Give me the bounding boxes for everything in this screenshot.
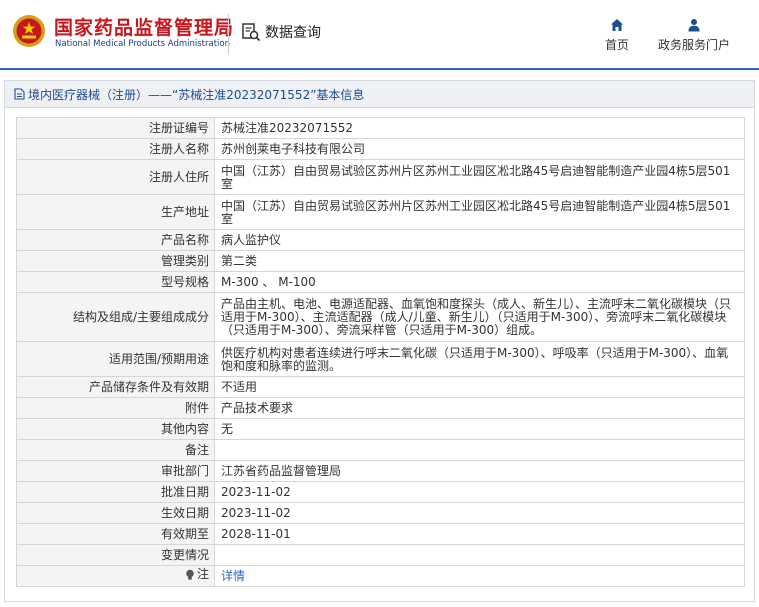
table-row: 产品名称 病人监护仪 (16, 229, 745, 251)
table-row: 适用范围/预期用途 供医疗机构对患者连续进行呼末二氧化碳（只适用于M-300）、… (16, 341, 745, 377)
row-label: 适用范围/预期用途 (16, 341, 215, 377)
brand-name-en[interactable]: National Medical Products Administration (55, 39, 230, 49)
row-label: 注册人住所 (16, 159, 215, 195)
header-divider (228, 14, 229, 54)
note-label-group: 注 (185, 568, 209, 581)
row-value: 产品技术要求 (214, 397, 745, 419)
document-icon (14, 88, 25, 100)
nav-home[interactable]: 首页 (603, 18, 631, 53)
table-row: 注册证编号 苏械注准20232071552 (16, 117, 745, 139)
row-value: 供医疗机构对患者连续进行呼末二氧化碳（只适用于M-300）、呼吸率（只适用于M-… (214, 341, 745, 377)
row-value: 中国（江苏）自由贸易试验区苏州片区苏州工业园区凇北路45号启迪智能制造产业园4栋… (214, 159, 745, 195)
row-value: 中国（江苏）自由贸易试验区苏州片区苏州工业园区凇北路45号启迪智能制造产业园4栋… (214, 194, 745, 230)
table-row: 批准日期 2023-11-02 (16, 481, 745, 503)
site-header: 国家药品监督管理局 National Medical Products Admi… (0, 0, 759, 68)
table-row: 注册人名称 苏州创莱电子科技有限公司 (16, 138, 745, 160)
table-row: 结构及组成/主要组成成分 产品由主机、电池、电源适配器、血氧饱和度探头（成人、新… (16, 292, 745, 342)
row-label: 其他内容 (16, 418, 215, 440)
row-label: 备注 (16, 439, 215, 461)
row-label: 变更情况 (16, 544, 215, 566)
registration-info-table: 注册证编号 苏械注准20232071552 注册人名称 苏州创莱电子科技有限公司… (16, 117, 745, 587)
table-row: 审批部门 江苏省药品监督管理局 (16, 460, 745, 482)
lightbulb-icon (186, 569, 194, 580)
panel-header: 境内医疗器械（注册）——“苏械注准20232071552”基本信息 (5, 81, 754, 108)
table-row: 变更情况 (16, 544, 745, 566)
row-label: 有效期至 (16, 523, 215, 545)
row-value: 苏械注准20232071552 (214, 117, 745, 139)
national-emblem-icon (13, 15, 45, 47)
details-link[interactable]: 详情 (221, 569, 245, 583)
data-query-link[interactable]: 数据查询 (241, 22, 321, 42)
home-icon (611, 19, 623, 31)
table-row: 生产地址 中国（江苏）自由贸易试验区苏州片区苏州工业园区凇北路45号启迪智能制造… (16, 194, 745, 230)
row-value: 2023-11-02 (214, 502, 745, 524)
row-value (214, 439, 745, 461)
table-row: 产品储存条件及有效期 不适用 (16, 376, 745, 398)
row-value: 2023-11-02 (214, 481, 745, 503)
row-value: 第二类 (214, 250, 745, 272)
table-row: 型号规格 M-300 、 M-100 (16, 271, 745, 293)
row-label: 注册证编号 (16, 117, 215, 139)
table-row: 附件 产品技术要求 (16, 397, 745, 419)
row-label: 注册人名称 (16, 138, 215, 160)
table-row: 备注 (16, 439, 745, 461)
search-document-icon (242, 23, 261, 42)
row-label: 生产地址 (16, 194, 215, 230)
info-panel: 境内医疗器械（注册）——“苏械注准20232071552”基本信息 注册证编号 … (4, 80, 755, 602)
row-value: 详情 (214, 565, 745, 587)
row-label: 产品储存条件及有效期 (16, 376, 215, 398)
table-row: 其他内容 无 (16, 418, 745, 440)
table-row: 生效日期 2023-11-02 (16, 502, 745, 524)
table-row: 有效期至 2028-11-01 (16, 523, 745, 545)
row-value: 江苏省药品监督管理局 (214, 460, 745, 482)
row-label: 型号规格 (16, 271, 215, 293)
row-label: 结构及组成/主要组成成分 (16, 292, 215, 342)
row-label: 附件 (16, 397, 215, 419)
panel-title: 境内医疗器械（注册）——“苏械注准20232071552”基本信息 (28, 87, 365, 102)
table-row: 管理类别 第二类 (16, 250, 745, 272)
row-value: 无 (214, 418, 745, 440)
row-label: 生效日期 (16, 502, 215, 524)
row-label: 产品名称 (16, 229, 215, 251)
row-label: 批准日期 (16, 481, 215, 503)
row-value: 产品由主机、电池、电源适配器、血氧饱和度探头（成人、新生儿）、主流呼末二氧化碳模… (214, 292, 745, 342)
row-label: 管理类别 (16, 250, 215, 272)
nav-service-label: 政务服务门户 (657, 38, 730, 52)
brand-name-cn[interactable]: 国家药品监督管理局 (54, 13, 234, 40)
row-value (214, 544, 745, 566)
row-value: 2028-11-01 (214, 523, 745, 545)
table-row: 注 详情 (16, 565, 745, 587)
row-label: 审批部门 (16, 460, 215, 482)
nav-service-portal[interactable]: 政务服务门户 (656, 18, 732, 53)
row-value: 不适用 (214, 376, 745, 398)
table-row: 注册人住所 中国（江苏）自由贸易试验区苏州片区苏州工业园区凇北路45号启迪智能制… (16, 159, 745, 195)
nav-home-label: 首页 (604, 38, 629, 52)
row-value: M-300 、 M-100 (214, 271, 745, 293)
header-accent-line (0, 68, 759, 70)
row-label: 注 (16, 565, 215, 587)
row-value: 苏州创莱电子科技有限公司 (214, 138, 745, 160)
note-label: 注 (196, 567, 209, 582)
user-icon (688, 19, 700, 32)
row-value: 病人监护仪 (214, 229, 745, 251)
data-query-label: 数据查询 (265, 25, 321, 41)
